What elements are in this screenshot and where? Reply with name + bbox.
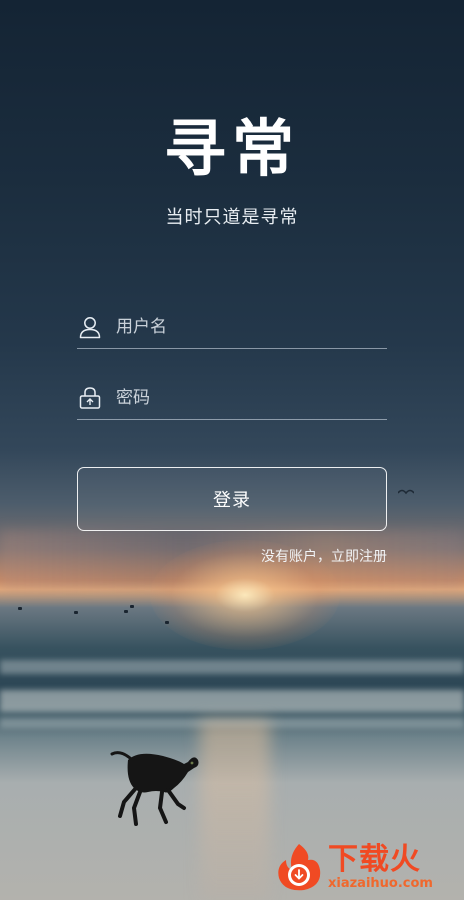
password-field[interactable] (77, 376, 387, 420)
background-surfer (124, 610, 128, 613)
login-button[interactable]: 登录 (77, 467, 387, 531)
background-surfer (18, 607, 22, 610)
username-input[interactable] (116, 311, 366, 342)
fire-logo-icon (274, 842, 324, 892)
background-surfer (130, 605, 134, 608)
watermark-text: 下载火 xiazaihuo.com (328, 843, 433, 891)
background-wave (0, 660, 464, 674)
watermark: 下载火 xiazaihuo.com (274, 838, 462, 896)
background-seagull (398, 489, 414, 495)
background-surfer (165, 621, 169, 624)
watermark-sub-text: xiazaihuo.com (328, 876, 433, 891)
background-sun-reflection (200, 720, 270, 900)
user-icon (79, 316, 101, 338)
app-title: 寻常 (163, 112, 300, 185)
register-link[interactable]: 没有账户，立即注册 (261, 546, 387, 566)
login-screen: 寻常 当时只道是寻常 登录 没有账户，立即注册 下载火 x (0, 0, 464, 900)
app-slogan: 当时只道是寻常 (165, 207, 299, 228)
watermark-main-text: 下载火 (328, 842, 421, 877)
background-dog (110, 751, 199, 826)
background-wave (0, 690, 464, 712)
background-surfer (74, 611, 78, 614)
lock-icon (79, 386, 101, 409)
username-field[interactable] (77, 305, 387, 349)
password-input[interactable] (116, 382, 366, 413)
